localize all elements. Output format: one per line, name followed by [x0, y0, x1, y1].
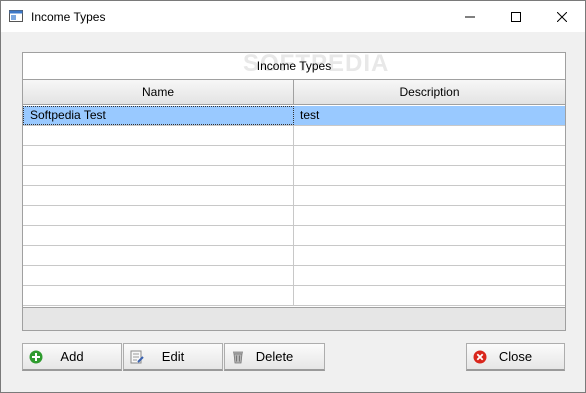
- cell-description[interactable]: [294, 286, 565, 305]
- cell-name[interactable]: Softpedia Test: [23, 106, 294, 125]
- grid-footer: [23, 307, 565, 330]
- table-row[interactable]: [23, 206, 565, 226]
- cell-description[interactable]: [294, 226, 565, 245]
- income-types-grid[interactable]: SOFTPEDIA Income Types Name Description …: [22, 51, 566, 331]
- grid-caption: SOFTPEDIA Income Types: [23, 51, 565, 80]
- cell-name[interactable]: [23, 166, 294, 185]
- cell-name[interactable]: [23, 186, 294, 205]
- cell-name[interactable]: [23, 226, 294, 245]
- cell-name[interactable]: [23, 286, 294, 305]
- cell-description[interactable]: [294, 186, 565, 205]
- cell-description[interactable]: [294, 166, 565, 185]
- cell-description[interactable]: [294, 266, 565, 285]
- window-close-button[interactable]: [539, 1, 585, 32]
- title-bar[interactable]: Income Types: [1, 1, 585, 32]
- cell-name[interactable]: [23, 206, 294, 225]
- table-row[interactable]: [23, 146, 565, 166]
- income-types-window: Income Types SOFTPEDIA Income Types Name…: [0, 0, 586, 393]
- minimize-icon: [465, 16, 475, 17]
- minimize-button[interactable]: [447, 1, 493, 32]
- table-row[interactable]: [23, 286, 565, 306]
- column-header-name[interactable]: Name: [23, 80, 294, 105]
- edit-icon: [130, 350, 144, 364]
- cell-description[interactable]: [294, 206, 565, 225]
- column-header-description[interactable]: Description: [294, 80, 565, 105]
- cell-description[interactable]: [294, 146, 565, 165]
- grid-caption-text: Income Types: [256, 59, 332, 73]
- maximize-icon: [511, 11, 521, 22]
- edit-button[interactable]: Edit: [123, 343, 223, 371]
- close-button[interactable]: Close: [466, 343, 565, 371]
- maximize-button[interactable]: [493, 1, 539, 32]
- close-circle-icon: [473, 350, 487, 364]
- close-icon: [557, 11, 567, 22]
- grid-rows: Softpedia Test test: [23, 106, 565, 306]
- window-title: Income Types: [31, 10, 106, 24]
- add-button[interactable]: Add: [22, 343, 122, 371]
- trash-icon: [233, 351, 243, 364]
- table-row[interactable]: [23, 226, 565, 246]
- cell-name[interactable]: [23, 266, 294, 285]
- add-icon: [29, 350, 43, 364]
- cell-name[interactable]: [23, 126, 294, 145]
- delete-button[interactable]: Delete: [224, 343, 325, 371]
- table-row[interactable]: [23, 166, 565, 186]
- table-row[interactable]: [23, 126, 565, 146]
- app-window-icon: [9, 10, 23, 22]
- cell-description[interactable]: [294, 126, 565, 145]
- cell-name[interactable]: [23, 246, 294, 265]
- table-row[interactable]: [23, 186, 565, 206]
- table-row[interactable]: [23, 246, 565, 266]
- cell-name[interactable]: [23, 146, 294, 165]
- cell-description[interactable]: test: [294, 106, 565, 125]
- cell-description[interactable]: [294, 246, 565, 265]
- table-row[interactable]: [23, 266, 565, 286]
- table-row[interactable]: Softpedia Test test: [23, 106, 565, 126]
